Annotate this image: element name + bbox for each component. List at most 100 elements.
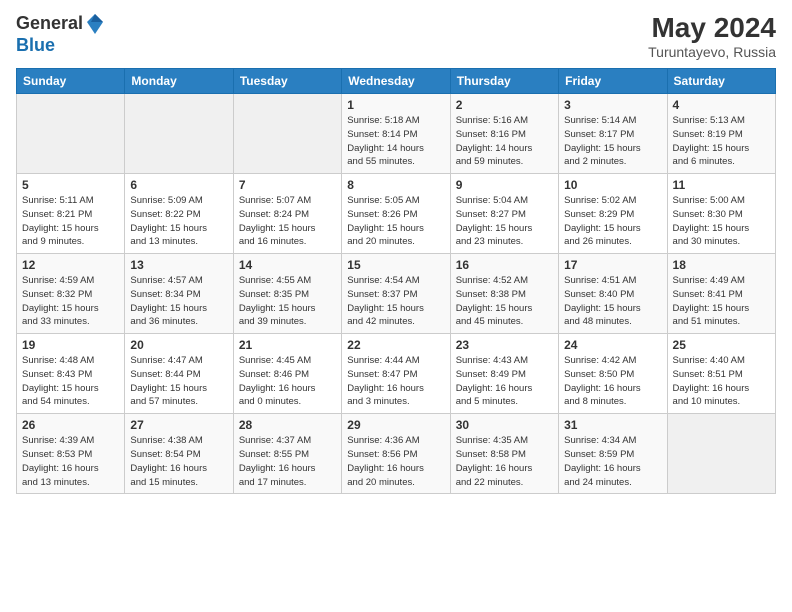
table-row: 29 Sunrise: 4:36 AM Sunset: 8:56 PM Dayli… bbox=[342, 414, 450, 494]
calendar-week-row: 1Sunrise: 5:18 AM Sunset: 8:14 PM Daylig… bbox=[17, 94, 776, 174]
col-wednesday: Wednesday bbox=[342, 69, 450, 94]
table-row: 8 Sunrise: 5:05 AM Sunset: 8:26 PM Daylig… bbox=[342, 174, 450, 254]
day-info: Sunrise: 4:35 AM Sunset: 8:58 PM Dayligh… bbox=[456, 434, 553, 489]
day-number: 26 bbox=[22, 418, 119, 432]
day-number: 22 bbox=[347, 338, 444, 352]
day-info: Sunrise: 4:42 AM Sunset: 8:50 PM Dayligh… bbox=[564, 354, 661, 409]
calendar-week-row: 19 Sunrise: 4:48 AM Sunset: 8:43 PM Dayli… bbox=[17, 334, 776, 414]
logo-general-text: General bbox=[16, 14, 83, 34]
day-info: Sunrise: 4:51 AM Sunset: 8:40 PM Dayligh… bbox=[564, 274, 661, 329]
day-number: 19 bbox=[22, 338, 119, 352]
table-row: 30 Sunrise: 4:35 AM Sunset: 8:58 PM Dayli… bbox=[450, 414, 558, 494]
day-number: 2 bbox=[456, 98, 553, 112]
table-row: 27 Sunrise: 4:38 AM Sunset: 8:54 PM Dayli… bbox=[125, 414, 233, 494]
table-row: 17 Sunrise: 4:51 AM Sunset: 8:40 PM Dayli… bbox=[559, 254, 667, 334]
day-number: 5 bbox=[22, 178, 119, 192]
day-info: Sunrise: 4:55 AM Sunset: 8:35 PM Dayligh… bbox=[239, 274, 336, 329]
day-info: Sunrise: 4:54 AM Sunset: 8:37 PM Dayligh… bbox=[347, 274, 444, 329]
day-number: 17 bbox=[564, 258, 661, 272]
day-number: 20 bbox=[130, 338, 227, 352]
day-info: Sunrise: 5:18 AM Sunset: 8:14 PM Dayligh… bbox=[347, 114, 444, 169]
day-number: 11 bbox=[673, 178, 770, 192]
day-info: Sunrise: 5:11 AM Sunset: 8:21 PM Dayligh… bbox=[22, 194, 119, 249]
col-thursday: Thursday bbox=[450, 69, 558, 94]
day-number: 9 bbox=[456, 178, 553, 192]
day-info: Sunrise: 4:49 AM Sunset: 8:41 PM Dayligh… bbox=[673, 274, 770, 329]
table-row: 21 Sunrise: 4:45 AM Sunset: 8:46 PM Dayli… bbox=[233, 334, 341, 414]
table-row: 28Sunrise: 4:37 AM Sunset: 8:55 PM Dayli… bbox=[233, 414, 341, 494]
table-row bbox=[233, 94, 341, 174]
table-row: 6Sunrise: 5:09 AM Sunset: 8:22 PM Daylig… bbox=[125, 174, 233, 254]
day-number: 10 bbox=[564, 178, 661, 192]
day-info: Sunrise: 4:48 AM Sunset: 8:43 PM Dayligh… bbox=[22, 354, 119, 409]
calendar-header-row: Sunday Monday Tuesday Wednesday Thursday… bbox=[17, 69, 776, 94]
day-info: Sunrise: 4:38 AM Sunset: 8:54 PM Dayligh… bbox=[130, 434, 227, 489]
day-number: 24 bbox=[564, 338, 661, 352]
day-info: Sunrise: 5:00 AM Sunset: 8:30 PM Dayligh… bbox=[673, 194, 770, 249]
day-info: Sunrise: 4:39 AM Sunset: 8:53 PM Dayligh… bbox=[22, 434, 119, 489]
day-info: Sunrise: 4:45 AM Sunset: 8:46 PM Dayligh… bbox=[239, 354, 336, 409]
day-number: 25 bbox=[673, 338, 770, 352]
day-info: Sunrise: 4:59 AM Sunset: 8:32 PM Dayligh… bbox=[22, 274, 119, 329]
calendar-week-row: 26 Sunrise: 4:39 AM Sunset: 8:53 PM Dayli… bbox=[17, 414, 776, 494]
calendar-table: Sunday Monday Tuesday Wednesday Thursday… bbox=[16, 68, 776, 494]
calendar-week-row: 5 Sunrise: 5:11 AM Sunset: 8:21 PM Daylig… bbox=[17, 174, 776, 254]
day-number: 7 bbox=[239, 178, 336, 192]
day-info: Sunrise: 4:52 AM Sunset: 8:38 PM Dayligh… bbox=[456, 274, 553, 329]
logo-icon bbox=[85, 12, 105, 36]
day-number: 3 bbox=[564, 98, 661, 112]
day-number: 27 bbox=[130, 418, 227, 432]
table-row: 14Sunrise: 4:55 AM Sunset: 8:35 PM Dayli… bbox=[233, 254, 341, 334]
day-number: 29 bbox=[347, 418, 444, 432]
day-info: Sunrise: 4:44 AM Sunset: 8:47 PM Dayligh… bbox=[347, 354, 444, 409]
table-row: 23Sunrise: 4:43 AM Sunset: 8:49 PM Dayli… bbox=[450, 334, 558, 414]
table-row bbox=[667, 414, 775, 494]
title-block: May 2024 Turuntayevo, Russia bbox=[648, 12, 776, 60]
table-row: 31Sunrise: 4:34 AM Sunset: 8:59 PM Dayli… bbox=[559, 414, 667, 494]
table-row: 11 Sunrise: 5:00 AM Sunset: 8:30 PM Dayli… bbox=[667, 174, 775, 254]
day-info: Sunrise: 5:05 AM Sunset: 8:26 PM Dayligh… bbox=[347, 194, 444, 249]
day-info: Sunrise: 5:16 AM Sunset: 8:16 PM Dayligh… bbox=[456, 114, 553, 169]
table-row: 5 Sunrise: 5:11 AM Sunset: 8:21 PM Daylig… bbox=[17, 174, 125, 254]
day-number: 30 bbox=[456, 418, 553, 432]
table-row: 22 Sunrise: 4:44 AM Sunset: 8:47 PM Dayli… bbox=[342, 334, 450, 414]
day-number: 16 bbox=[456, 258, 553, 272]
col-monday: Monday bbox=[125, 69, 233, 94]
page-header: General Blue May 2024 Turuntayevo, Russi… bbox=[16, 12, 776, 60]
table-row: 25 Sunrise: 4:40 AM Sunset: 8:51 PM Dayli… bbox=[667, 334, 775, 414]
logo: General Blue bbox=[16, 12, 105, 56]
table-row: 1Sunrise: 5:18 AM Sunset: 8:14 PM Daylig… bbox=[342, 94, 450, 174]
day-info: Sunrise: 5:07 AM Sunset: 8:24 PM Dayligh… bbox=[239, 194, 336, 249]
location-subtitle: Turuntayevo, Russia bbox=[648, 44, 776, 60]
table-row: 19 Sunrise: 4:48 AM Sunset: 8:43 PM Dayli… bbox=[17, 334, 125, 414]
day-number: 6 bbox=[130, 178, 227, 192]
table-row: 15Sunrise: 4:54 AM Sunset: 8:37 PM Dayli… bbox=[342, 254, 450, 334]
day-number: 13 bbox=[130, 258, 227, 272]
table-row: 9 Sunrise: 5:04 AM Sunset: 8:27 PM Daylig… bbox=[450, 174, 558, 254]
day-number: 31 bbox=[564, 418, 661, 432]
table-row: 26 Sunrise: 4:39 AM Sunset: 8:53 PM Dayli… bbox=[17, 414, 125, 494]
calendar-page: General Blue May 2024 Turuntayevo, Russi… bbox=[0, 0, 792, 612]
day-info: Sunrise: 4:40 AM Sunset: 8:51 PM Dayligh… bbox=[673, 354, 770, 409]
table-row bbox=[17, 94, 125, 174]
day-number: 18 bbox=[673, 258, 770, 272]
day-number: 23 bbox=[456, 338, 553, 352]
table-row: 3Sunrise: 5:14 AM Sunset: 8:17 PM Daylig… bbox=[559, 94, 667, 174]
table-row: 7 Sunrise: 5:07 AM Sunset: 8:24 PM Daylig… bbox=[233, 174, 341, 254]
table-row: 4Sunrise: 5:13 AM Sunset: 8:19 PM Daylig… bbox=[667, 94, 775, 174]
day-info: Sunrise: 4:47 AM Sunset: 8:44 PM Dayligh… bbox=[130, 354, 227, 409]
table-row: 10Sunrise: 5:02 AM Sunset: 8:29 PM Dayli… bbox=[559, 174, 667, 254]
day-info: Sunrise: 5:04 AM Sunset: 8:27 PM Dayligh… bbox=[456, 194, 553, 249]
day-info: Sunrise: 4:36 AM Sunset: 8:56 PM Dayligh… bbox=[347, 434, 444, 489]
month-year-title: May 2024 bbox=[648, 12, 776, 44]
day-number: 8 bbox=[347, 178, 444, 192]
table-row: 13 Sunrise: 4:57 AM Sunset: 8:34 PM Dayli… bbox=[125, 254, 233, 334]
day-number: 12 bbox=[22, 258, 119, 272]
logo-blue-text: Blue bbox=[16, 36, 105, 56]
day-info: Sunrise: 5:13 AM Sunset: 8:19 PM Dayligh… bbox=[673, 114, 770, 169]
day-info: Sunrise: 4:57 AM Sunset: 8:34 PM Dayligh… bbox=[130, 274, 227, 329]
day-number: 21 bbox=[239, 338, 336, 352]
table-row bbox=[125, 94, 233, 174]
table-row: 12 Sunrise: 4:59 AM Sunset: 8:32 PM Dayli… bbox=[17, 254, 125, 334]
col-tuesday: Tuesday bbox=[233, 69, 341, 94]
